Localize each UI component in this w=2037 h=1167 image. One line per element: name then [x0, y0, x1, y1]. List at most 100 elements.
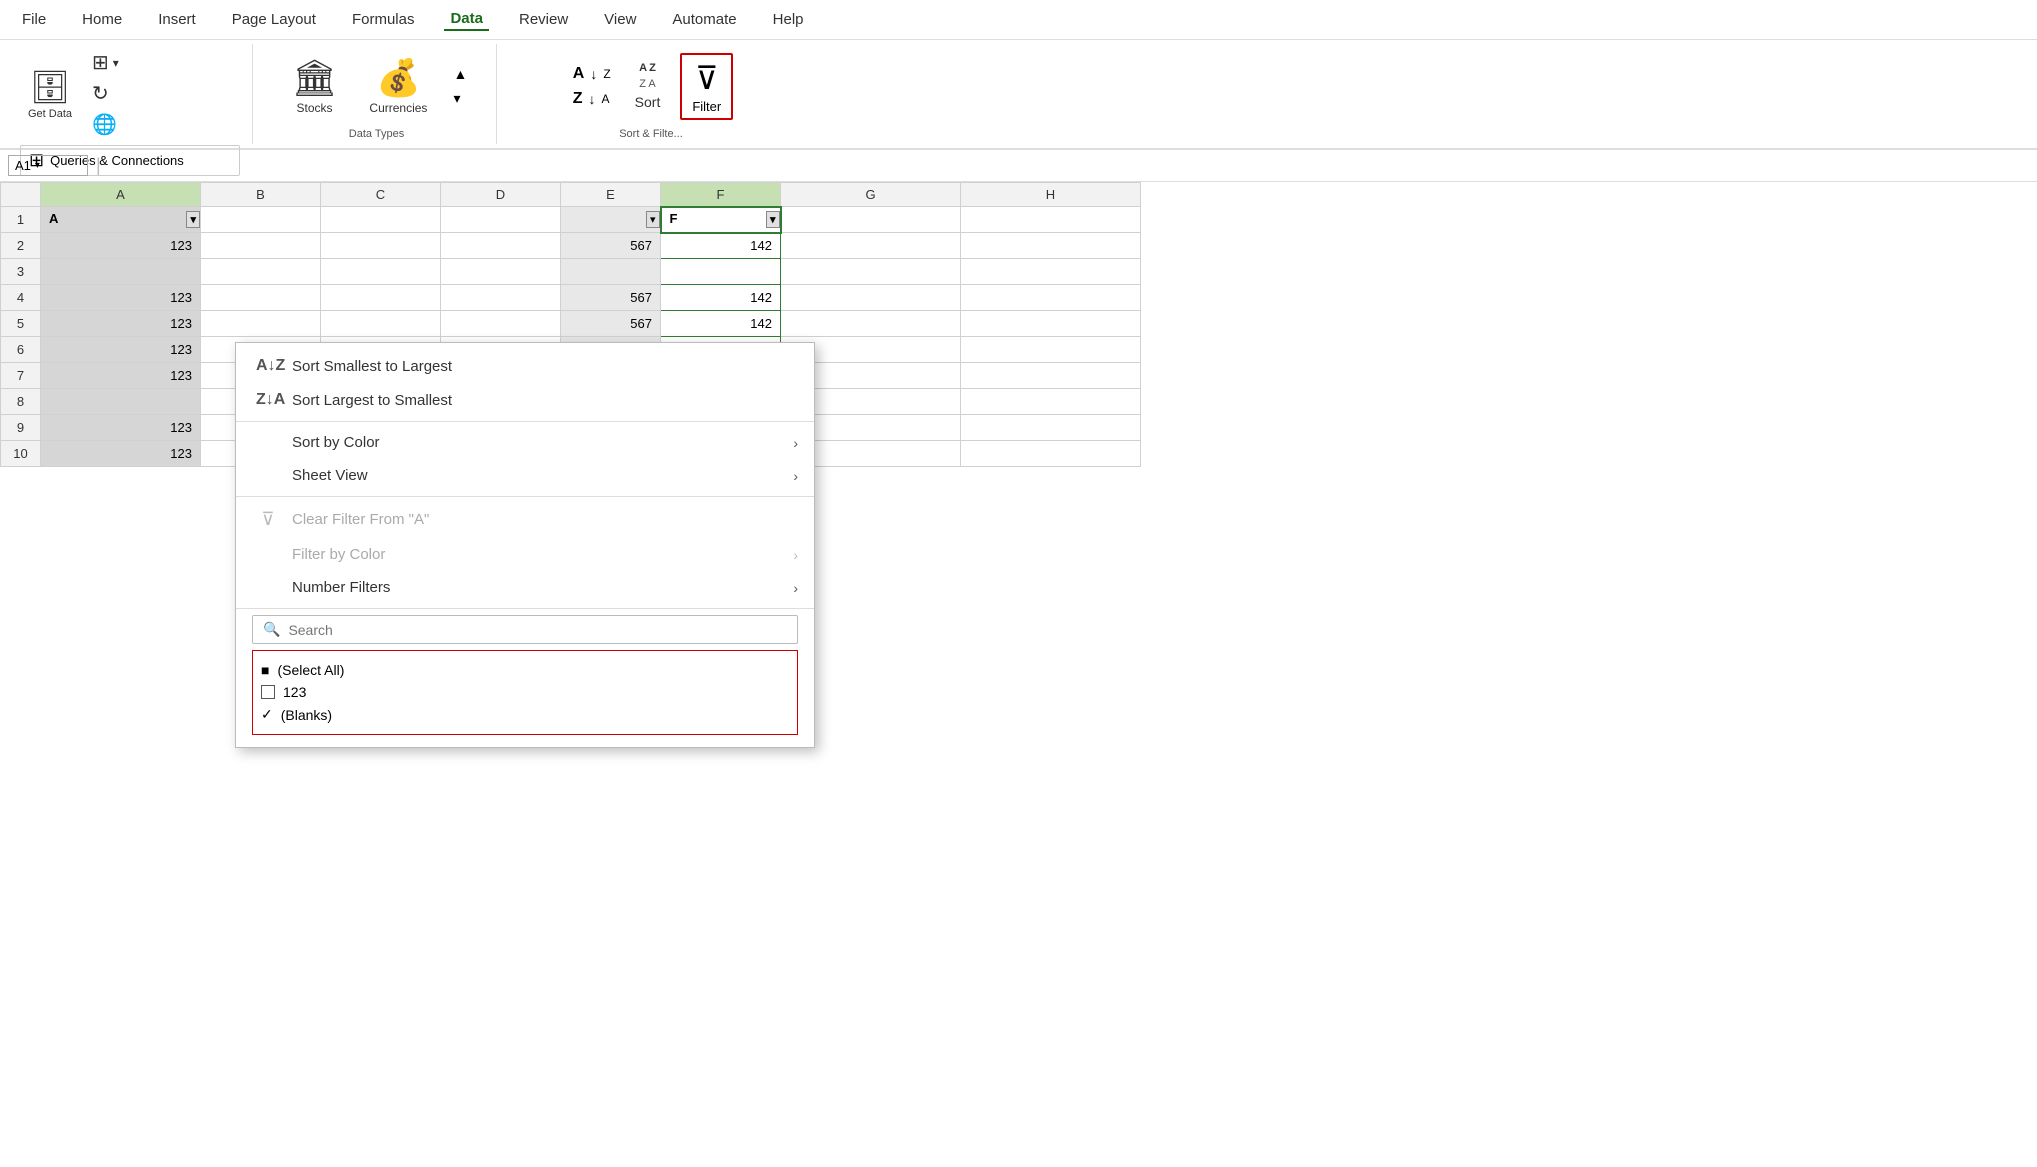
cell-F1[interactable]: F ▾ — [661, 207, 781, 233]
cell-G2[interactable] — [781, 233, 961, 259]
search-input[interactable] — [288, 622, 787, 638]
cell-G1[interactable] — [781, 207, 961, 233]
filter-button[interactable]: ⊽ Filter — [680, 53, 733, 120]
ctx-sort-by-color[interactable]: Sort by Color › — [236, 426, 814, 459]
get-data-button[interactable]: 🗄 Get Data — [20, 64, 80, 124]
cell-E3[interactable] — [561, 259, 661, 285]
menu-insert[interactable]: Insert — [152, 9, 202, 30]
ctx-check-123[interactable]: 123 — [261, 681, 789, 703]
separator-2 — [236, 496, 814, 497]
cell-C1[interactable] — [321, 207, 441, 233]
cell-A1[interactable]: A ▾ — [41, 207, 201, 233]
cell-A3[interactable] — [41, 259, 201, 285]
name-box[interactable]: A1 ▾ — [8, 155, 88, 176]
sort-az-button[interactable]: A ↓ Z — [569, 63, 615, 85]
scroll-up-btn[interactable]: ▲ — [451, 64, 469, 84]
filter-dropdown-F1[interactable]: ▾ — [766, 211, 780, 228]
cell-D2[interactable] — [441, 233, 561, 259]
refresh-btn[interactable]: ↻ — [88, 79, 123, 108]
cell-G3[interactable] — [781, 259, 961, 285]
menu-file[interactable]: File — [16, 9, 52, 30]
col-header-G[interactable]: G — [781, 183, 961, 207]
col-header-E[interactable]: E — [561, 183, 661, 207]
sort-za-button[interactable]: Z ↓ A — [569, 88, 615, 110]
cell-H1[interactable] — [961, 207, 1141, 233]
cell-H4[interactable] — [961, 285, 1141, 311]
cell-A5[interactable]: 123 — [41, 311, 201, 337]
col-header-B[interactable]: B — [201, 183, 321, 207]
globe-icon: 🌐 — [92, 112, 117, 137]
menu-home[interactable]: Home — [76, 9, 128, 30]
cell-C2[interactable] — [321, 233, 441, 259]
cell-H8[interactable] — [961, 389, 1141, 415]
ctx-search-box[interactable]: 🔍 — [252, 615, 798, 644]
ctx-check-select-all[interactable]: ■ (Select All) — [261, 659, 789, 681]
data-types-label: Data Types — [349, 128, 404, 140]
coins-icon: 💰 — [376, 57, 421, 99]
menu-automate[interactable]: Automate — [666, 9, 742, 30]
cell-E1[interactable]: ▾ — [561, 207, 661, 233]
check-filled-icon: ■ — [261, 662, 269, 678]
ctx-sort-largest[interactable]: Z↓A Sort Largest to Smallest — [236, 383, 814, 417]
cell-G5[interactable] — [781, 311, 961, 337]
cell-D3[interactable] — [441, 259, 561, 285]
menu-help[interactable]: Help — [767, 9, 810, 30]
cell-B5[interactable] — [201, 311, 321, 337]
web-btn[interactable]: 🌐 — [88, 110, 123, 139]
cell-B3[interactable] — [201, 259, 321, 285]
filter-dropdown-E1[interactable]: ▾ — [646, 211, 660, 228]
cell-D1[interactable] — [441, 207, 561, 233]
sort-button[interactable]: A Z Z A Sort — [627, 58, 669, 114]
col-header-C[interactable]: C — [321, 183, 441, 207]
col-header-D[interactable]: D — [441, 183, 561, 207]
cell-G4[interactable] — [781, 285, 961, 311]
cell-A7[interactable]: 123 — [41, 363, 201, 389]
ctx-sheet-view[interactable]: Sheet View › — [236, 459, 814, 492]
cell-D4[interactable] — [441, 285, 561, 311]
cell-H10[interactable] — [961, 441, 1141, 467]
cell-E5[interactable]: 567 — [561, 311, 661, 337]
cell-D5[interactable] — [441, 311, 561, 337]
cell-A2[interactable]: 123 — [41, 233, 201, 259]
cell-C5[interactable] — [321, 311, 441, 337]
cell-F5[interactable]: 142 — [661, 311, 781, 337]
col-header-A[interactable]: A — [41, 183, 201, 207]
cell-C4[interactable] — [321, 285, 441, 311]
cell-A8[interactable] — [41, 389, 201, 415]
cell-H7[interactable] — [961, 363, 1141, 389]
menu-view[interactable]: View — [598, 9, 642, 30]
cell-B1[interactable] — [201, 207, 321, 233]
cell-F3[interactable] — [661, 259, 781, 285]
currencies-button[interactable]: 💰 Currencies — [361, 53, 435, 119]
cell-A6[interactable]: 123 — [41, 337, 201, 363]
ctx-check-blanks[interactable]: ✓ (Blanks) — [261, 703, 789, 726]
filter-dropdown-A1[interactable]: ▾ — [186, 211, 200, 228]
col-header-H[interactable]: H — [961, 183, 1141, 207]
cell-B4[interactable] — [201, 285, 321, 311]
cell-H5[interactable] — [961, 311, 1141, 337]
ctx-number-filters[interactable]: Number Filters › — [236, 571, 814, 604]
stocks-button[interactable]: 🏛 Stocks — [284, 53, 346, 119]
menu-review[interactable]: Review — [513, 9, 574, 30]
cell-A9[interactable]: 123 — [41, 415, 201, 441]
cell-E4[interactable]: 567 — [561, 285, 661, 311]
name-box-arrow[interactable]: ▾ — [35, 160, 40, 171]
cell-H2[interactable] — [961, 233, 1141, 259]
scroll-down-btn[interactable]: ▾ — [451, 88, 469, 109]
cell-A10[interactable]: 123 — [41, 441, 201, 467]
cell-C3[interactable] — [321, 259, 441, 285]
cell-F4[interactable]: 142 — [661, 285, 781, 311]
menu-formulas[interactable]: Formulas — [346, 9, 421, 30]
cell-B2[interactable] — [201, 233, 321, 259]
cell-H3[interactable] — [961, 259, 1141, 285]
cell-A4[interactable]: 123 — [41, 285, 201, 311]
table-icon-btn[interactable]: ⊞ ▾ — [88, 48, 123, 77]
cell-H9[interactable] — [961, 415, 1141, 441]
cell-H6[interactable] — [961, 337, 1141, 363]
cell-F2[interactable]: 142 — [661, 233, 781, 259]
menu-data[interactable]: Data — [444, 8, 489, 31]
ctx-sort-smallest[interactable]: A↓Z Sort Smallest to Largest — [236, 349, 814, 383]
cell-E2[interactable]: 567 — [561, 233, 661, 259]
menu-page-layout[interactable]: Page Layout — [226, 9, 322, 30]
col-header-F[interactable]: F — [661, 183, 781, 207]
